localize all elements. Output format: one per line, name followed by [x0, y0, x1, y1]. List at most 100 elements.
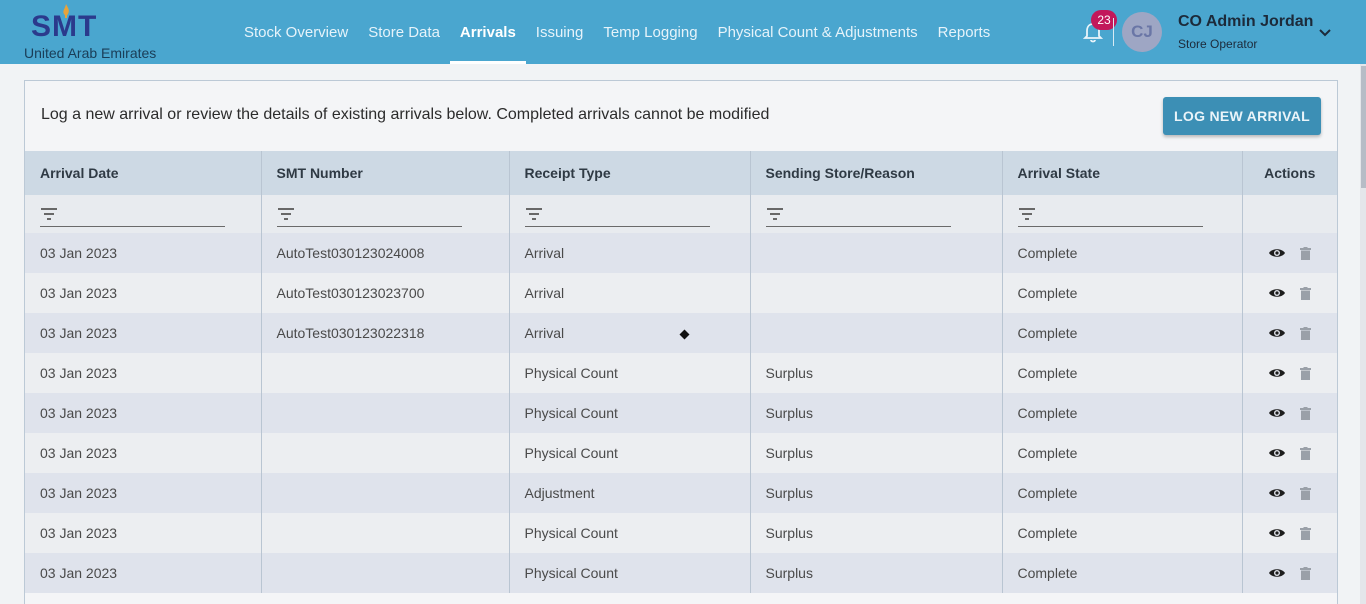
table-row: 03 Jan 2023 AutoTest030123024008 Arrival Co…	[25, 233, 1337, 273]
filter-icon	[277, 207, 294, 220]
arrival-date-cell: 03 Jan 2023	[25, 393, 262, 433]
nav-physical-count-adjustments[interactable]: Physical Count & Adjustments	[708, 0, 928, 64]
receipt-type-cell: Physical Count	[509, 433, 751, 473]
receipt-type-cell: Physical Count	[509, 513, 751, 553]
eye-icon[interactable]	[1268, 567, 1286, 579]
country-label: United Arab Emirates	[24, 45, 157, 61]
filter-icon	[1018, 207, 1035, 220]
arrival-state-cell: Complete	[1002, 233, 1243, 273]
filter-cell	[261, 195, 510, 233]
top-app-bar: SMT United Arab Emirates Stock Overview …	[0, 0, 1366, 64]
chevron-down-icon[interactable]	[1316, 24, 1334, 42]
actions-group	[1243, 326, 1338, 340]
smt-number-filter-input[interactable]	[276, 201, 462, 227]
scrollbar-thumb[interactable]	[1361, 66, 1366, 188]
trash-icon	[1300, 486, 1312, 500]
eye-icon[interactable]	[1268, 527, 1286, 539]
arrival-date-filter-input[interactable]	[40, 201, 225, 227]
smt-number-cell: AutoTest030123024008	[261, 233, 510, 273]
mouse-cursor-icon	[679, 329, 690, 340]
eye-icon[interactable]	[1268, 327, 1286, 339]
receipt-type-cell: Physical Count	[509, 553, 751, 593]
table-row: 03 Jan 2023 Physical Count Surplus Complete	[25, 433, 1337, 473]
nav-reports[interactable]: Reports	[928, 0, 1001, 64]
table-row: 03 Jan 2023 Adjustment Surplus Complete	[25, 473, 1337, 513]
eye-icon[interactable]	[1268, 407, 1286, 419]
intro-text: Log a new arrival or review the details …	[41, 106, 770, 123]
column-header-smt-number[interactable]: SMT Number	[261, 151, 510, 195]
actions-cell	[1242, 393, 1337, 433]
sending-store-reason-cell	[750, 233, 1003, 273]
sending-store-reason-cell: Surplus	[750, 393, 1003, 433]
smt-logo[interactable]: SMT	[31, 4, 111, 43]
arrival-date-cell: 03 Jan 2023	[25, 553, 262, 593]
trash-icon	[1300, 446, 1312, 460]
arrival-state-cell: Complete	[1002, 393, 1243, 433]
user-name[interactable]: CO Admin Jordan	[1178, 13, 1313, 31]
nav-issuing[interactable]: Issuing	[526, 0, 594, 64]
table-row: 03 Jan 2023 Physical Count Surplus Complete	[25, 513, 1337, 553]
arrival-state-cell: Complete	[1002, 473, 1243, 513]
actions-group	[1243, 366, 1338, 380]
arrival-date-cell: 03 Jan 2023	[25, 273, 262, 313]
nav-temp-logging[interactable]: Temp Logging	[593, 0, 707, 64]
actions-group	[1243, 486, 1338, 500]
arrival-date-cell: 03 Jan 2023	[25, 473, 262, 513]
sending-store-reason-cell: Surplus	[750, 353, 1003, 393]
receipt-type-cell: Physical Count	[509, 353, 751, 393]
receipt-type-cell: Arrival	[509, 313, 751, 353]
actions-cell	[1242, 473, 1337, 513]
table-row: 03 Jan 2023 Physical Count Surplus Complete	[25, 353, 1337, 393]
table-row: 03 Jan 2023 AutoTest030123023700 Arrival Co…	[25, 273, 1337, 313]
eye-icon[interactable]	[1268, 447, 1286, 459]
column-header-receipt-type[interactable]: Receipt Type	[509, 151, 751, 195]
actions-group	[1243, 406, 1338, 420]
column-header-sending-store-reason[interactable]: Sending Store/Reason	[750, 151, 1003, 195]
arrival-state-cell: Complete	[1002, 273, 1243, 313]
filter-icon	[766, 207, 783, 220]
smt-number-cell	[261, 473, 510, 513]
filter-row	[25, 195, 1337, 233]
filter-cell	[1002, 195, 1243, 233]
actions-cell	[1242, 273, 1337, 313]
column-header-arrival-date[interactable]: Arrival Date	[25, 151, 262, 195]
smt-number-cell	[261, 553, 510, 593]
actions-group	[1243, 246, 1338, 260]
eye-icon[interactable]	[1268, 487, 1286, 499]
arrival-state-cell: Complete	[1002, 433, 1243, 473]
smt-number-cell	[261, 513, 510, 553]
sending-store-filter-input[interactable]	[765, 201, 951, 227]
actions-group	[1243, 446, 1338, 460]
arrival-date-cell: 03 Jan 2023	[25, 313, 262, 353]
column-header-arrival-state[interactable]: Arrival State	[1002, 151, 1243, 195]
receipt-type-filter-input[interactable]	[524, 201, 710, 227]
arrival-state-filter-input[interactable]	[1017, 201, 1203, 227]
receipt-type-cell: Adjustment	[509, 473, 751, 513]
filter-cell	[25, 195, 262, 233]
log-new-arrival-button[interactable]: LOG NEW ARRIVAL	[1163, 97, 1321, 135]
receipt-type-cell: Arrival	[509, 233, 751, 273]
arrivals-card: Log a new arrival or review the details …	[24, 80, 1338, 604]
smt-number-cell	[261, 353, 510, 393]
user-role: Store Operator	[1178, 37, 1258, 51]
table-body: 03 Jan 2023 AutoTest030123024008 Arrival Co…	[25, 233, 1337, 593]
smt-number-cell	[261, 393, 510, 433]
arrival-date-cell: 03 Jan 2023	[25, 433, 262, 473]
flame-icon	[63, 4, 69, 18]
nav-stock-overview[interactable]: Stock Overview	[234, 0, 358, 64]
actions-group	[1243, 286, 1338, 300]
sending-store-reason-cell: Surplus	[750, 513, 1003, 553]
receipt-type-cell: Physical Count	[509, 393, 751, 433]
nav-arrivals[interactable]: Arrivals	[449, 0, 526, 64]
eye-icon[interactable]	[1268, 247, 1286, 259]
filter-icon	[41, 207, 57, 220]
arrival-state-cell: Complete	[1002, 553, 1243, 593]
trash-icon	[1300, 406, 1312, 420]
avatar[interactable]: CJ	[1122, 12, 1162, 52]
eye-icon[interactable]	[1268, 287, 1286, 299]
eye-icon[interactable]	[1268, 367, 1286, 379]
table-header-row: Arrival Date SMT Number Receipt Type Sen…	[25, 151, 1337, 195]
actions-cell	[1242, 553, 1337, 593]
nav-store-data[interactable]: Store Data	[358, 0, 450, 64]
sending-store-reason-cell	[750, 273, 1003, 313]
